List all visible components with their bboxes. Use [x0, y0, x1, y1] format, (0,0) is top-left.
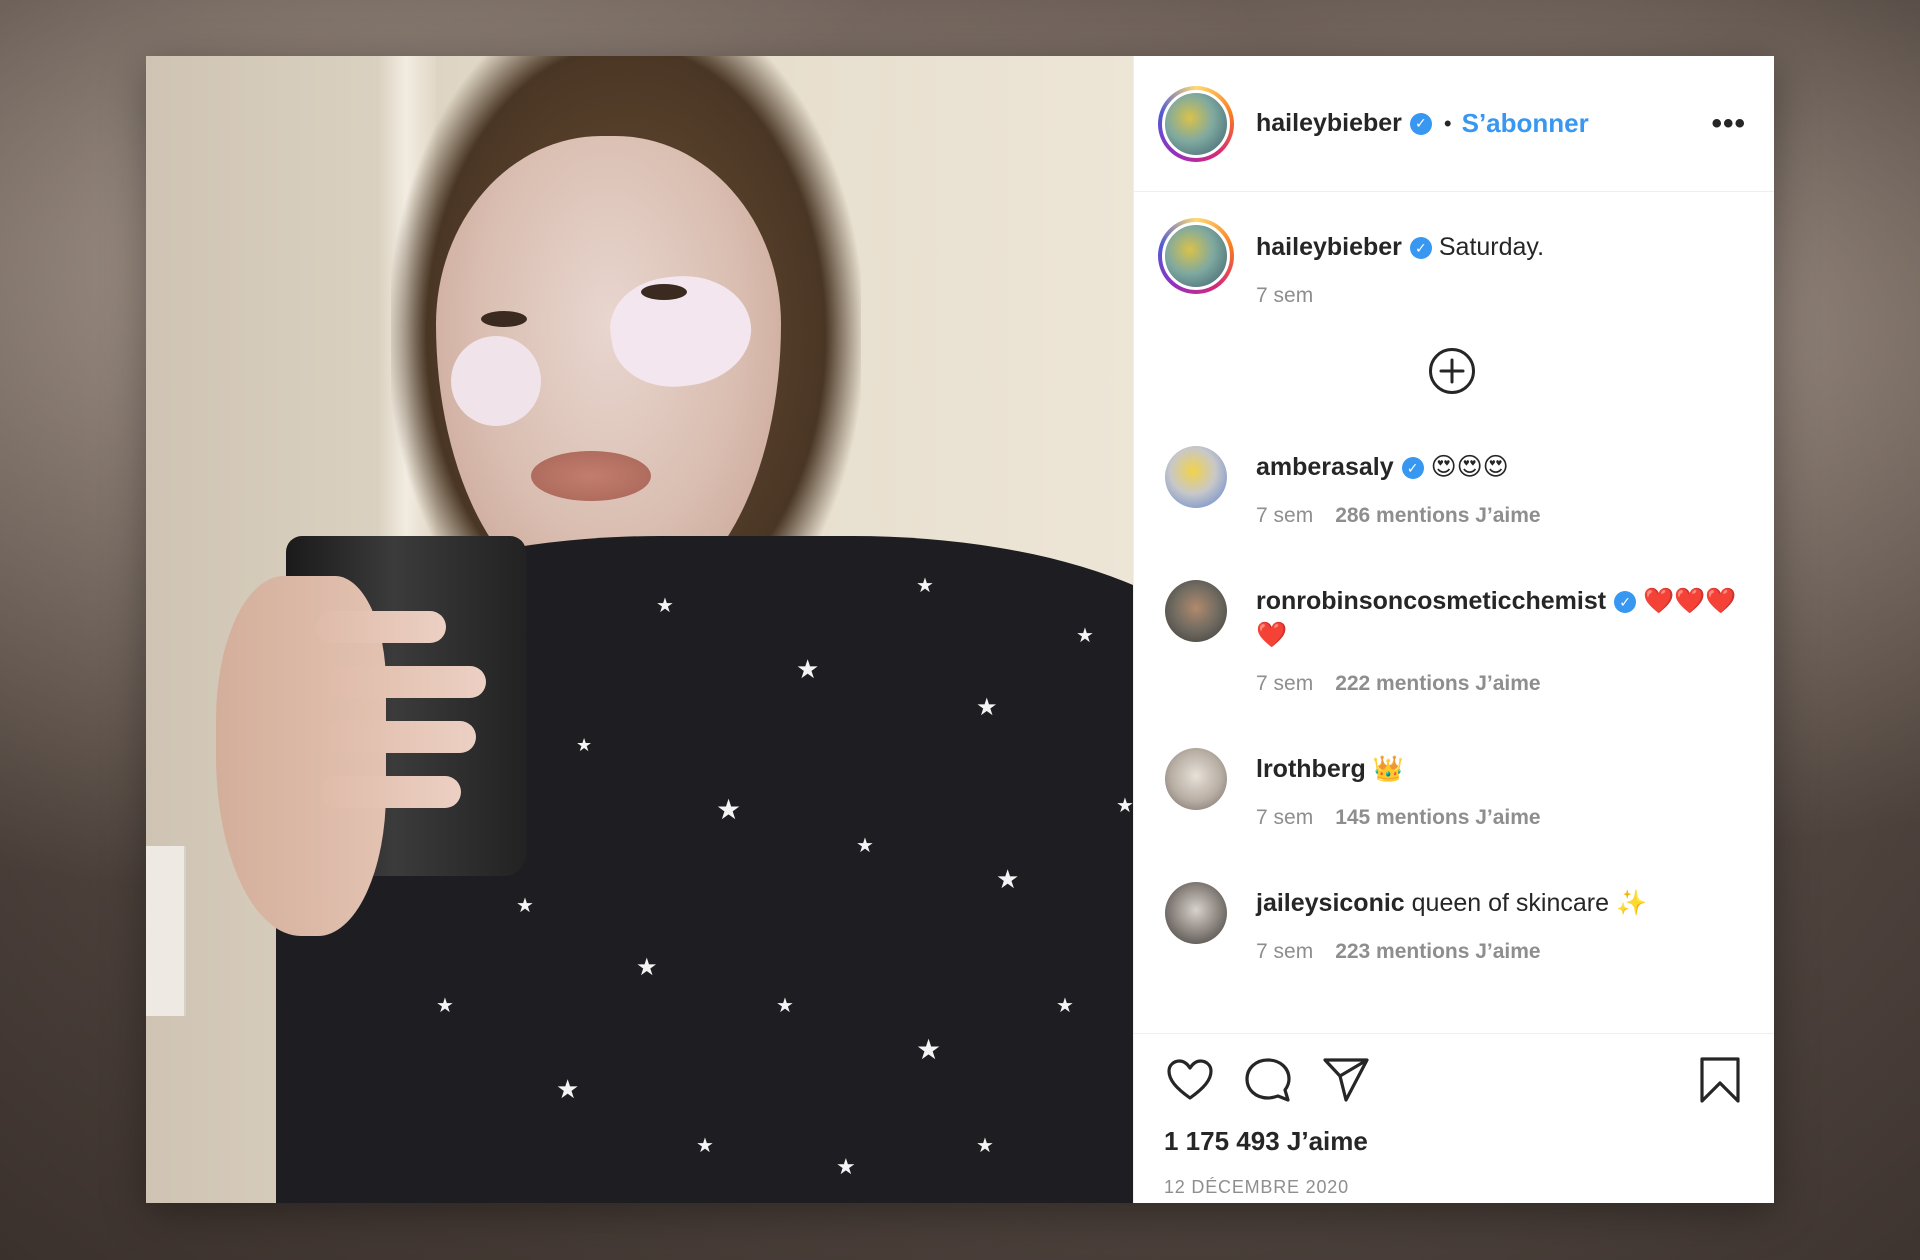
comment-bubble-icon[interactable] [1242, 1054, 1294, 1106]
caption-age[interactable]: 7 sem [1256, 284, 1313, 307]
commenter-avatar[interactable] [1165, 748, 1227, 810]
follow-button[interactable]: S’abonner [1462, 108, 1589, 139]
photo-towel [146, 846, 186, 1016]
comment-age[interactable]: 7 sem [1256, 672, 1313, 695]
comment-age[interactable]: 7 sem [1256, 504, 1313, 527]
caption-avatar[interactable] [1158, 218, 1234, 294]
comment-likes[interactable]: 286 mentions J’aime [1335, 504, 1540, 527]
caption-line: haileybieber ✓ Saturday. [1256, 230, 1544, 264]
share-icon-glyph [1323, 1058, 1369, 1102]
comment-age[interactable]: 7 sem [1256, 940, 1313, 963]
heart-icon-glyph [1167, 1059, 1213, 1100]
photo-finger [321, 776, 461, 808]
more-options-icon[interactable]: ••• [1711, 108, 1746, 139]
caption-text: Saturday. [1438, 233, 1545, 261]
comment-likes[interactable]: 223 mentions J’aime [1335, 940, 1540, 963]
comment-username[interactable]: ronrobinsoncosmeticchemist [1256, 587, 1606, 615]
comment-meta: 7 sem 223 mentions J’aime [1256, 940, 1746, 964]
comment-username[interactable]: jaileysiconic [1256, 889, 1405, 917]
plus-circle-icon[interactable] [1429, 348, 1475, 394]
photo-eye-right [641, 284, 687, 300]
comment-line: amberasaly ✓ 😍😍😍 [1256, 450, 1746, 484]
comment-line: jaileysiconic queen of skincare ✨ [1256, 886, 1746, 920]
photo-finger [316, 611, 446, 643]
comment-line: ronrobinsoncosmeticchemist ✓ ❤️❤️❤️❤️ [1256, 584, 1746, 652]
comment-likes[interactable]: 222 mentions J’aime [1335, 672, 1540, 695]
post-actions-section: 1 175 493 J’aime 12 DÉCEMBRE 2020 [1134, 1033, 1774, 1203]
comment-item: lrothberg 👑 7 sem 145 mentions J’aime [1158, 748, 1746, 830]
post-sidebar: haileybieber ✓ • S’abonner ••• haileybie… [1133, 56, 1774, 1203]
caption-body: haileybieber ✓ Saturday. 7 sem [1256, 218, 1544, 308]
paper-plane-icon[interactable] [1320, 1054, 1372, 1106]
comment-age[interactable]: 7 sem [1256, 806, 1313, 829]
photo-under-eye-mask-left [451, 336, 541, 426]
verified-badge-icon: ✓ [1409, 237, 1432, 260]
comment-line: lrothberg 👑 [1256, 752, 1746, 786]
post-header: haileybieber ✓ • S’abonner ••• [1134, 56, 1774, 192]
action-bar [1164, 1054, 1746, 1106]
comment-text: 😍😍😍 [1430, 452, 1509, 481]
comment-item: jaileysiconic queen of skincare ✨ 7 sem 2… [1158, 882, 1746, 964]
heart-icon[interactable] [1164, 1054, 1216, 1106]
commenter-avatar[interactable] [1165, 446, 1227, 508]
comment-body: jaileysiconic queen of skincare ✨ 7 sem 2… [1256, 882, 1746, 964]
photo-finger [326, 721, 476, 753]
comment-icon-glyph [1245, 1058, 1291, 1102]
comment-body: ronrobinsoncosmeticchemist ✓ ❤️❤️❤️❤️ 7 s… [1256, 580, 1746, 696]
post-caption: haileybieber ✓ Saturday. 7 sem [1158, 218, 1746, 308]
comment-meta: 7 sem 286 mentions J’aime [1256, 504, 1746, 528]
instagram-post-modal: ★ ★ ★ ★ ★ ★ ★ ★ ★ ★ ★ ★ ★ ★ ★ ★ ★ ★ ★ ★ [146, 56, 1774, 1203]
post-date[interactable]: 12 DÉCEMBRE 2020 [1164, 1177, 1746, 1198]
verified-badge-icon: ✓ [1409, 112, 1432, 135]
comment-username[interactable]: amberasaly [1256, 453, 1394, 481]
verified-badge-icon: ✓ [1401, 457, 1424, 480]
comment-text: 👑 [1372, 754, 1404, 783]
separator-dot: • [1443, 110, 1452, 136]
plus-icon-glyph [1439, 358, 1465, 384]
caption-avatar-image [1162, 222, 1230, 290]
comment-text: queen of skincare ✨ [1411, 889, 1648, 917]
photo-eye-left [481, 311, 527, 327]
comments-list[interactable]: haileybieber ✓ Saturday. 7 sem amberasal… [1134, 192, 1774, 1033]
author-avatar-image [1162, 89, 1230, 158]
verified-badge-icon: ✓ [1614, 591, 1637, 614]
comment-likes[interactable]: 145 mentions J’aime [1335, 806, 1540, 829]
comment-username[interactable]: lrothberg [1256, 755, 1366, 783]
photo-lips [531, 451, 651, 501]
author-avatar[interactable] [1158, 85, 1234, 162]
commenter-avatar[interactable] [1165, 580, 1227, 642]
caption-meta: 7 sem [1256, 284, 1544, 308]
comment-item: ronrobinsoncosmeticchemist ✓ ❤️❤️❤️❤️ 7 s… [1158, 580, 1746, 696]
comment-body: lrothberg 👑 7 sem 145 mentions J’aime [1256, 748, 1746, 830]
comment-item: amberasaly ✓ 😍😍😍 7 sem 286 mentions J’aime [1158, 446, 1746, 528]
comment-body: amberasaly ✓ 😍😍😍 7 sem 286 mentions J’aime [1256, 446, 1746, 528]
comment-meta: 7 sem 145 mentions J’aime [1256, 806, 1746, 830]
bookmark-icon[interactable] [1694, 1054, 1746, 1106]
post-photo[interactable]: ★ ★ ★ ★ ★ ★ ★ ★ ★ ★ ★ ★ ★ ★ ★ ★ ★ ★ ★ ★ [146, 56, 1133, 1203]
photo-finger [326, 666, 486, 698]
caption-username[interactable]: haileybieber [1256, 233, 1402, 261]
commenter-avatar[interactable] [1165, 882, 1227, 944]
like-count[interactable]: 1 175 493 J’aime [1164, 1126, 1746, 1157]
author-username[interactable]: haileybieber [1256, 109, 1402, 138]
comment-meta: 7 sem 222 mentions J’aime [1256, 672, 1746, 696]
bookmark-icon-glyph [1700, 1057, 1740, 1103]
